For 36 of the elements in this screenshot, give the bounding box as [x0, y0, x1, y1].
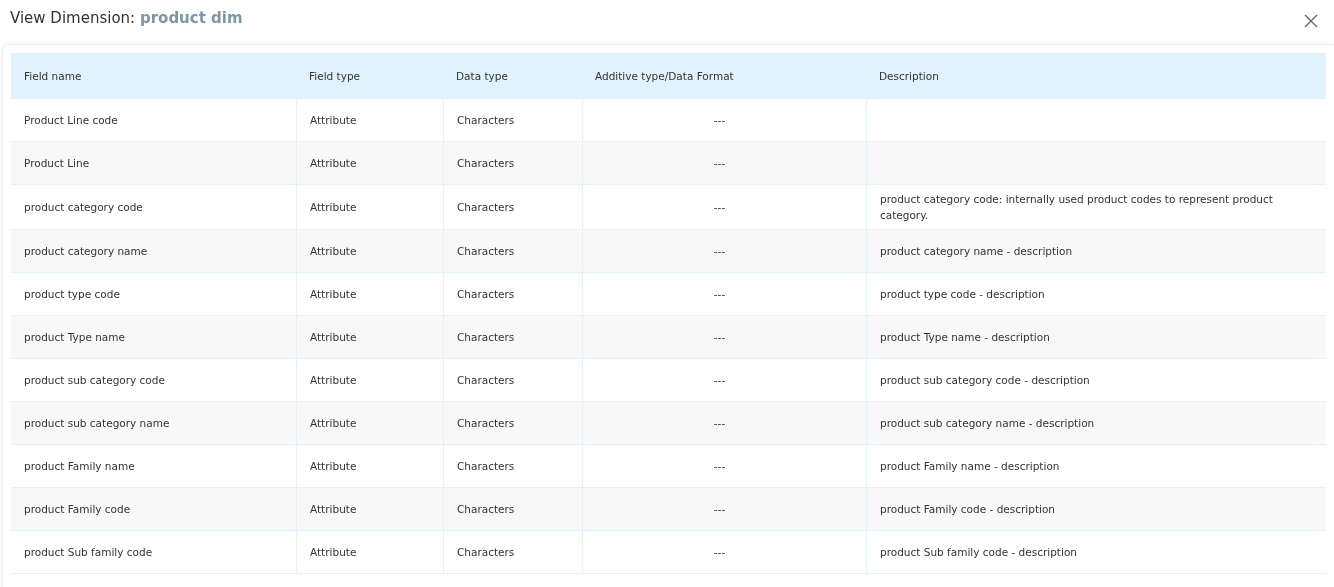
table-cell: Characters — [443, 316, 582, 359]
table-cell: Attribute — [296, 402, 443, 445]
table-cell: Attribute — [296, 488, 443, 531]
table-cell: product Family code — [11, 488, 296, 531]
table-cell: product category name - description — [866, 230, 1326, 273]
table-cell: --- — [582, 316, 866, 359]
table-cell: Characters — [443, 402, 582, 445]
table-cell: product Type name — [11, 316, 296, 359]
dialog-title: View Dimension: product dim — [10, 9, 243, 27]
table-cell: --- — [582, 402, 866, 445]
table-cell: product Family code - description — [866, 488, 1326, 531]
table-cell: --- — [582, 488, 866, 531]
table-cell: product Sub family code — [11, 531, 296, 574]
table-cell: --- — [582, 142, 866, 185]
table-cell: Characters — [443, 142, 582, 185]
table-cell: Attribute — [296, 230, 443, 273]
table-cell: --- — [582, 230, 866, 273]
table-cell: Attribute — [296, 142, 443, 185]
table-cell: product Type name - description — [866, 316, 1326, 359]
column-header: Description — [866, 53, 1326, 99]
column-header: Data type — [443, 53, 582, 99]
close-icon[interactable] — [1304, 14, 1318, 28]
table-cell: Attribute — [296, 531, 443, 574]
table-cell: product category name — [11, 230, 296, 273]
table-cell: Characters — [443, 531, 582, 574]
column-header: Field name — [11, 53, 296, 99]
table-cell: product Sub family code - description — [866, 531, 1326, 574]
table-cell: product sub category name — [11, 402, 296, 445]
table-cell: Characters — [443, 230, 582, 273]
column-header: Additive type/Data Format — [582, 53, 866, 99]
table-cell: --- — [582, 531, 866, 574]
column-header: Field type — [296, 53, 443, 99]
table-cell: Characters — [443, 488, 582, 531]
table-cell: Product Line — [11, 142, 296, 185]
table-cell: Attribute — [296, 316, 443, 359]
table-cell: product sub category name - description — [866, 402, 1326, 445]
